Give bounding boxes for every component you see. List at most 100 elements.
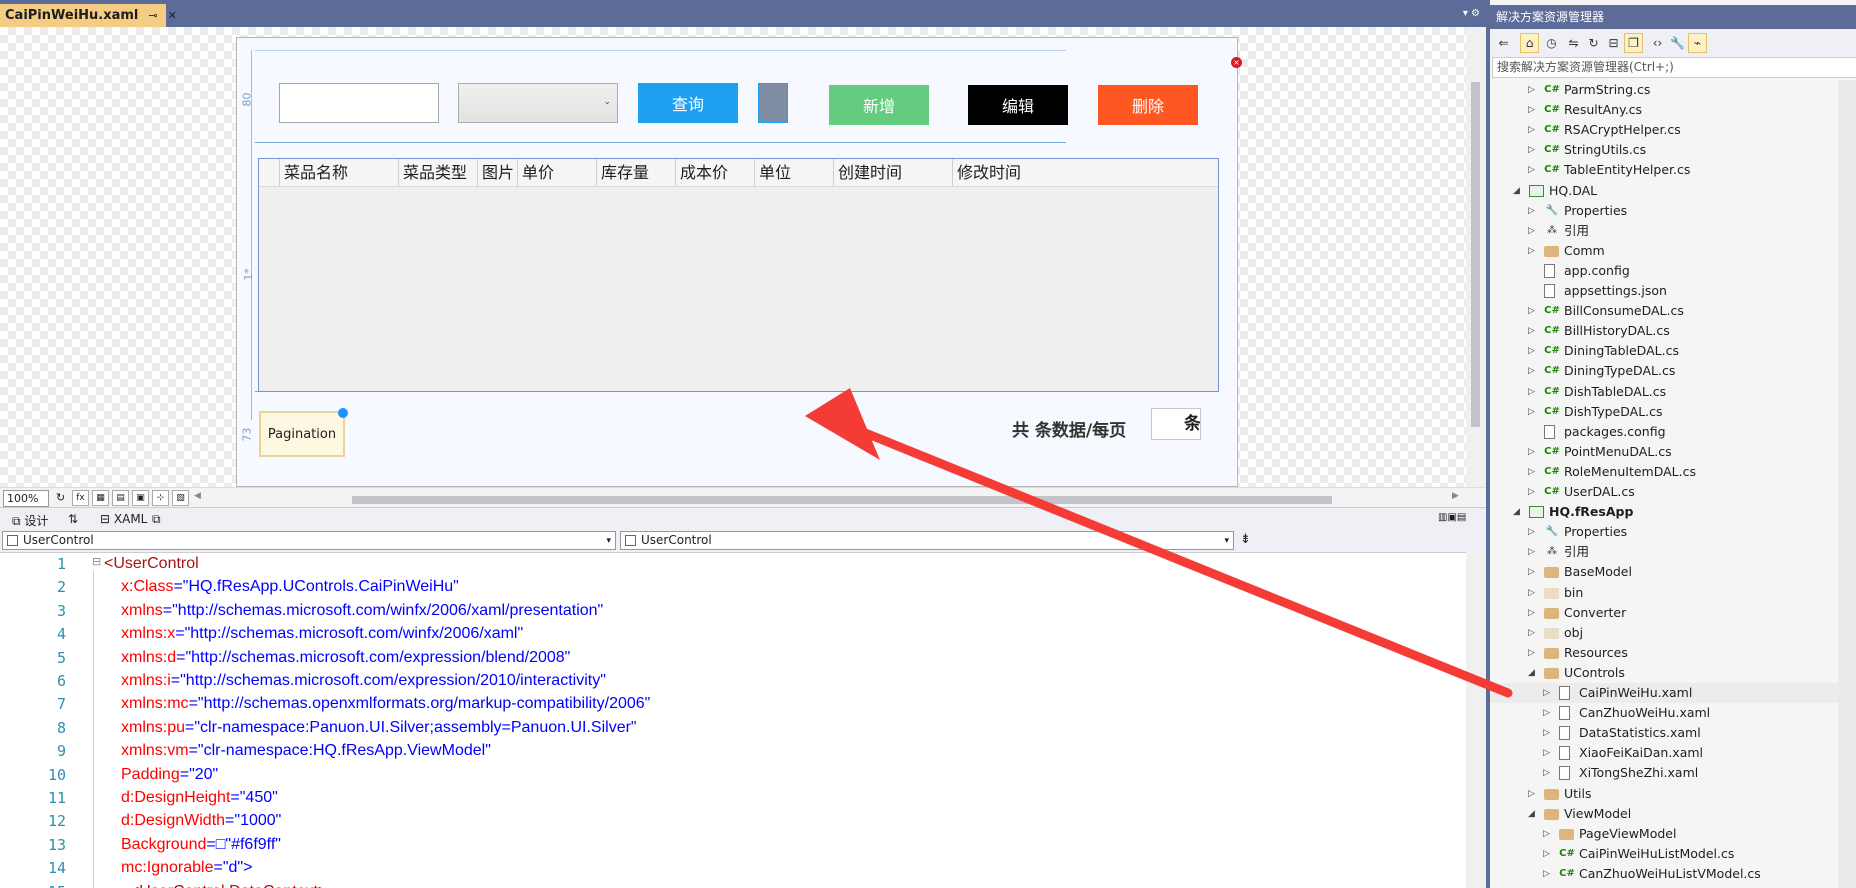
code-line[interactable]: xmlns:mc="http://schemas.openxmlformats.… bbox=[121, 695, 650, 713]
tree-node[interactable]: ▷ C# ResultAny.cs bbox=[1490, 100, 1840, 120]
tree-node[interactable]: ▷ C# UserDAL.cs bbox=[1490, 482, 1840, 502]
tree-node[interactable]: ▷ C# PointMenuDAL.cs bbox=[1490, 442, 1840, 462]
designer-vertical-scrollbar[interactable] bbox=[1466, 27, 1486, 487]
fold-toggle-icon[interactable]: ⊟ bbox=[92, 555, 101, 568]
tree-node[interactable]: ▷ C# StringUtils.cs bbox=[1490, 140, 1840, 160]
expand-icon[interactable]: ▷ bbox=[1528, 241, 1540, 261]
column-header[interactable]: 库存量 bbox=[596, 159, 675, 187]
expand-icon[interactable]: ▷ bbox=[1528, 623, 1540, 643]
tree-node[interactable]: ▷ C# ParmString.cs bbox=[1490, 80, 1840, 100]
split-layout-icons[interactable]: ▥▣▤ bbox=[1438, 512, 1466, 523]
pagination-control[interactable]: Pagination bbox=[259, 408, 348, 457]
tree-node[interactable]: ▷ Resources bbox=[1490, 643, 1840, 663]
tree-node[interactable]: ▷ obj bbox=[1490, 623, 1840, 643]
expand-icon[interactable]: ▷ bbox=[1543, 743, 1555, 763]
expand-icon[interactable]: ▷ bbox=[1528, 100, 1540, 120]
expand-icon[interactable]: ▷ bbox=[1528, 221, 1540, 241]
tree-node[interactable]: ▷ C# CanZhuoWeiHuListVModel.cs bbox=[1490, 864, 1840, 884]
solution-search-input[interactable]: 搜索解决方案资源管理器(Ctrl+;) bbox=[1492, 57, 1856, 78]
tree-node[interactable]: ▷ 🔧 Properties bbox=[1490, 522, 1840, 542]
tree-node[interactable]: ◢ ViewModel bbox=[1490, 804, 1840, 824]
page-size-input[interactable]: 条 bbox=[1151, 408, 1201, 440]
tree-node[interactable]: app.config bbox=[1490, 261, 1840, 281]
tree-node[interactable]: ▷ XiTongSheZhi.xaml bbox=[1490, 763, 1840, 783]
expand-icon[interactable]: ▷ bbox=[1528, 784, 1540, 804]
code-line[interactable]: xmlns="http://schemas.microsoft.com/winf… bbox=[121, 602, 603, 620]
expand-icon[interactable]: ▷ bbox=[1528, 301, 1540, 321]
tree-node[interactable]: ▷ XiaoFeiKaiDan.xaml bbox=[1490, 743, 1840, 763]
tree-node[interactable]: ▷ CaiPinWeiHu.xaml bbox=[1490, 683, 1840, 703]
column-header[interactable]: 单位 bbox=[754, 159, 833, 187]
tree-node[interactable]: ◢ UControls bbox=[1490, 663, 1840, 683]
dish-type-combo[interactable]: ⌄ bbox=[458, 83, 618, 123]
fx-button[interactable]: fx bbox=[72, 490, 89, 506]
close-icon[interactable]: ✕ bbox=[168, 9, 177, 22]
expand-icon[interactable]: ▷ bbox=[1528, 201, 1540, 221]
code-line[interactable]: Background=□"#f6f9ff" bbox=[121, 836, 281, 854]
tree-node[interactable]: appsettings.json bbox=[1490, 281, 1840, 301]
tree-node[interactable]: ▷ C# DishTypeDAL.cs bbox=[1490, 402, 1840, 422]
zoom-combo[interactable]: 100% bbox=[3, 490, 49, 507]
properties-icon[interactable]: 🔧 bbox=[1668, 33, 1687, 53]
code-line[interactable]: <UserControl.DataContext> bbox=[121, 883, 327, 888]
collapse-icon[interactable]: ◢ bbox=[1528, 663, 1540, 683]
home-icon[interactable]: ⌂ bbox=[1520, 33, 1539, 53]
expand-icon[interactable]: ▷ bbox=[1543, 824, 1555, 844]
sync-icon[interactable]: ⇋ bbox=[1564, 33, 1583, 53]
xaml-code-editor[interactable]: 1 <UserControl 2 x:Class="HQ.fResApp.UContr… bbox=[0, 552, 1466, 888]
editor-scrollbar[interactable] bbox=[1466, 552, 1486, 888]
view-code-icon[interactable]: ‹› bbox=[1648, 33, 1667, 53]
edit-button[interactable]: 编辑 bbox=[968, 85, 1068, 125]
grid-icon[interactable]: ▦ bbox=[92, 490, 109, 506]
scroll-right-icon[interactable]: ▶ bbox=[1452, 491, 1459, 501]
expand-icon[interactable]: ▷ bbox=[1543, 864, 1555, 884]
device-icon[interactable]: ▧ bbox=[172, 490, 189, 506]
expand-icon[interactable]: ▷ bbox=[1528, 120, 1540, 140]
code-line[interactable]: xmlns:vm="clr-namespace:HQ.fResApp.ViewM… bbox=[121, 742, 491, 760]
dish-data-grid[interactable]: 菜品名称 菜品类型 图片 单价 库存量 成本价 单位 创建时间 修改时间 bbox=[258, 158, 1219, 392]
tree-node[interactable]: ▷ C# RoleMenuItemDAL.cs bbox=[1490, 462, 1840, 482]
design-view-tab[interactable]: ⧉ 设计 bbox=[12, 512, 48, 529]
tree-node[interactable]: ▷ Utils bbox=[1490, 784, 1840, 804]
collapse-icon[interactable]: ◢ bbox=[1513, 181, 1525, 201]
column-header[interactable]: 单价 bbox=[517, 159, 596, 187]
code-line[interactable]: <UserControl bbox=[104, 555, 199, 573]
expand-icon[interactable]: ▷ bbox=[1528, 643, 1540, 663]
popout-xaml-icon[interactable]: ⧉ bbox=[152, 512, 161, 527]
tree-node[interactable]: ▷ Comm bbox=[1490, 241, 1840, 261]
design-surface[interactable]: 80 1* 73 ⌄ 查询 新增 编辑 删除 菜品名称 菜品类型 图片 单价 库… bbox=[0, 27, 1466, 487]
tree-node[interactable]: ▷ C# DiningTypeDAL.cs bbox=[1490, 361, 1840, 381]
tree-node[interactable]: ◢ HQ.DAL bbox=[1490, 181, 1840, 201]
expand-icon[interactable]: ▷ bbox=[1528, 80, 1540, 100]
expand-icon[interactable]: ▷ bbox=[1528, 542, 1540, 562]
tree-node[interactable]: ▷ C# BillHistoryDAL.cs bbox=[1490, 321, 1840, 341]
expand-icon[interactable]: ▷ bbox=[1528, 442, 1540, 462]
split-editor-icon[interactable]: ⇟ bbox=[1240, 532, 1251, 547]
column-header[interactable]: 菜品名称 bbox=[279, 159, 398, 187]
collapse-icon[interactable]: ◢ bbox=[1513, 502, 1525, 522]
collapse-all-icon[interactable]: ⊟ bbox=[1604, 33, 1623, 53]
tree-node[interactable]: ▷ Converter bbox=[1490, 603, 1840, 623]
column-header[interactable]: 成本价 bbox=[675, 159, 754, 187]
tree-node[interactable]: ▷ BaseModel bbox=[1490, 562, 1840, 582]
preview-icon[interactable]: ⌁ bbox=[1688, 33, 1707, 53]
expand-icon[interactable]: ▷ bbox=[1543, 723, 1555, 743]
code-line[interactable]: Padding="20" bbox=[121, 766, 218, 784]
show-all-files-icon[interactable]: ❐ bbox=[1624, 33, 1643, 53]
expand-icon[interactable]: ▷ bbox=[1528, 382, 1540, 402]
tree-node[interactable]: ▷ C# CaiPinWeiHuListModel.cs bbox=[1490, 844, 1840, 864]
expand-icon[interactable]: ▷ bbox=[1528, 140, 1540, 160]
solution-tree[interactable]: ▷ C# ParmString.cs ▷ C# ResultAny.cs ▷ C# RSACry… bbox=[1490, 80, 1840, 888]
document-tab[interactable]: CaiPinWeiHu.xaml ⊸ ✕ bbox=[0, 4, 177, 27]
tree-node[interactable]: ▷ 🔧 Properties bbox=[1490, 201, 1840, 221]
refresh-icon[interactable]: ↻ bbox=[56, 491, 65, 504]
error-indicator-icon[interactable]: × bbox=[1231, 57, 1242, 68]
refresh-icon[interactable]: ↻ bbox=[1584, 33, 1603, 53]
code-line[interactable]: x:Class="HQ.fResApp.UControls.CaiPinWeiH… bbox=[121, 578, 459, 596]
expand-icon[interactable]: ▷ bbox=[1528, 583, 1540, 603]
expand-icon[interactable]: ▷ bbox=[1528, 321, 1540, 341]
expand-icon[interactable]: ▷ bbox=[1543, 844, 1555, 864]
xaml-view-tab[interactable]: ⊟ XAML bbox=[100, 512, 147, 526]
add-button[interactable]: 新增 bbox=[829, 85, 929, 125]
code-line[interactable]: mc:Ignorable="d"> bbox=[121, 859, 252, 877]
